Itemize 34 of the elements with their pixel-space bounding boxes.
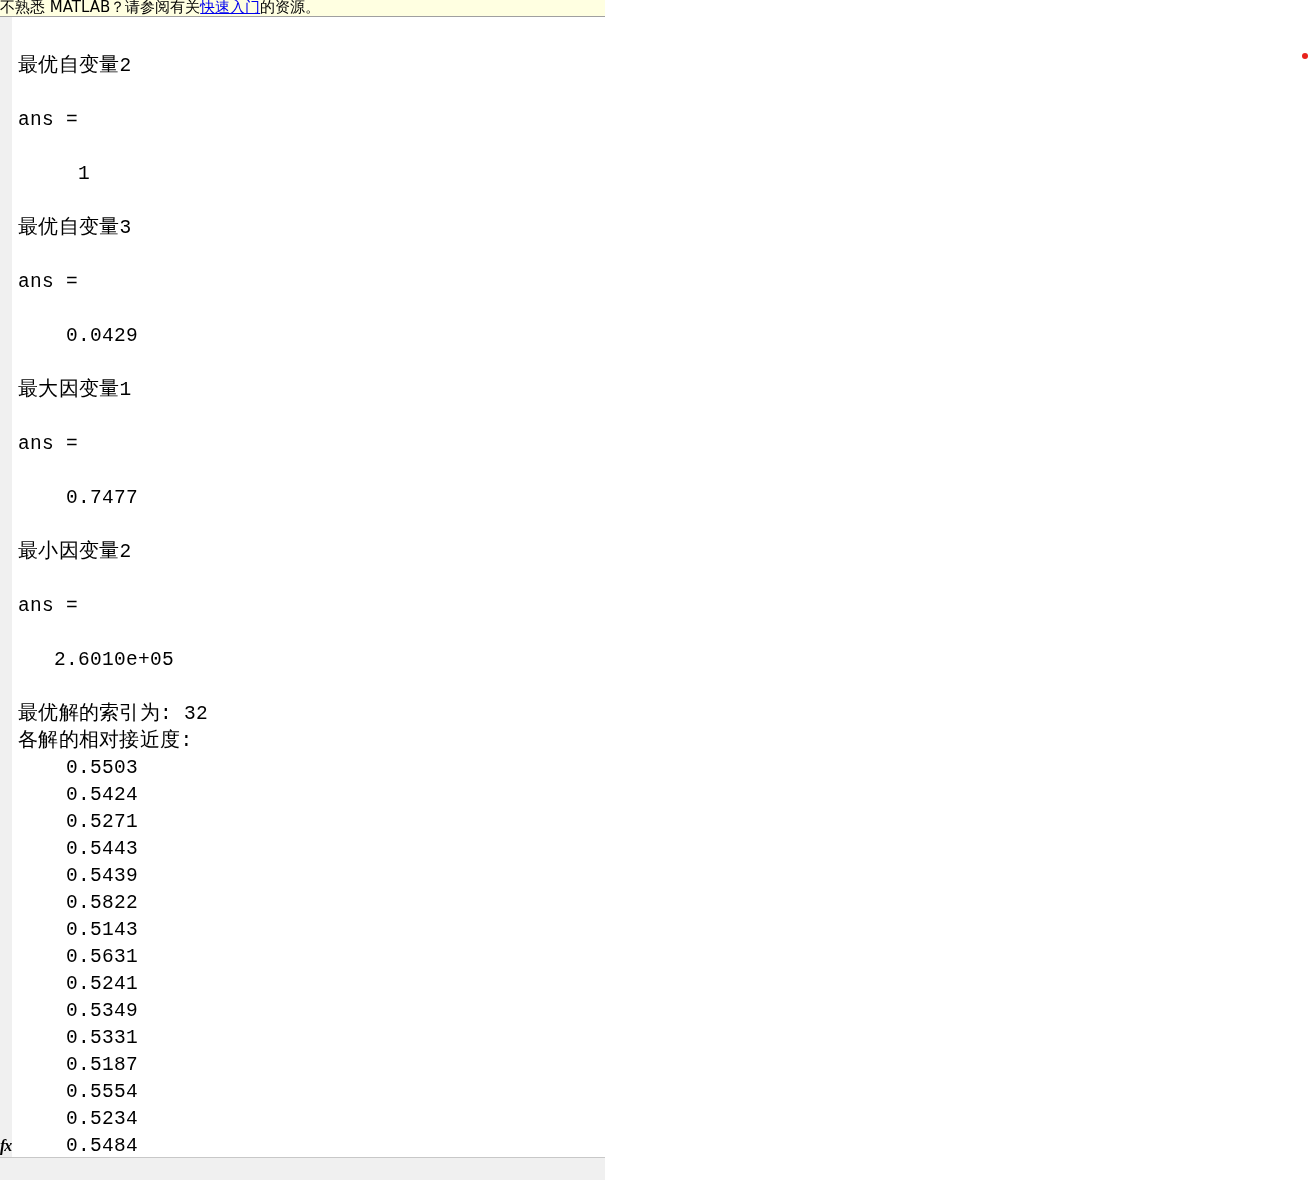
output-line: 0.5234	[65, 1107, 140, 1132]
quick-start-link[interactable]: 快速入门	[200, 0, 261, 16]
output-line: 0.5349	[65, 999, 140, 1024]
output-line: 0.0429	[65, 324, 140, 349]
output-line: 最优解的索引为: 32	[18, 701, 210, 727]
output-line: 0.5631	[65, 945, 140, 970]
output-line: 0.5271	[65, 810, 140, 835]
output-line: 0.7477	[65, 486, 140, 511]
marker-dot	[1302, 53, 1308, 59]
output-line: ans =	[18, 270, 79, 295]
output-line: 0.5484	[65, 1134, 140, 1157]
output-line: 最大因变量1	[18, 377, 133, 403]
output-line: 0.5331	[65, 1026, 140, 1051]
output-line: ans =	[18, 108, 79, 133]
output-line: 0.5443	[65, 837, 140, 862]
output-line: 最优自变量2	[18, 53, 133, 79]
output-line: 最小因变量2	[18, 539, 133, 565]
output-line: 0.5503	[65, 756, 140, 781]
output-line: 0.5424	[65, 783, 140, 808]
output-line: 最优自变量3	[18, 215, 133, 241]
function-browser-button[interactable]: fx	[0, 1137, 12, 1155]
output-line: ans =	[18, 432, 79, 457]
output-line: 0.5143	[65, 918, 140, 943]
output-line: 0.5187	[65, 1053, 140, 1078]
output-line: 0.5241	[65, 972, 140, 997]
output-line: 各解的相对接近度:	[18, 728, 194, 754]
output-line: 1	[77, 162, 91, 187]
banner-text: 的资源。	[260, 0, 321, 16]
banner-text: 不熟悉 MATLAB？请参阅有关	[0, 0, 201, 16]
output-line: 0.5554	[65, 1080, 140, 1105]
output-line: 0.5822	[65, 891, 140, 916]
output-line: 2.6010e+05	[53, 648, 176, 673]
output-line: 0.5439	[65, 864, 140, 889]
output-line: ans =	[18, 594, 79, 619]
